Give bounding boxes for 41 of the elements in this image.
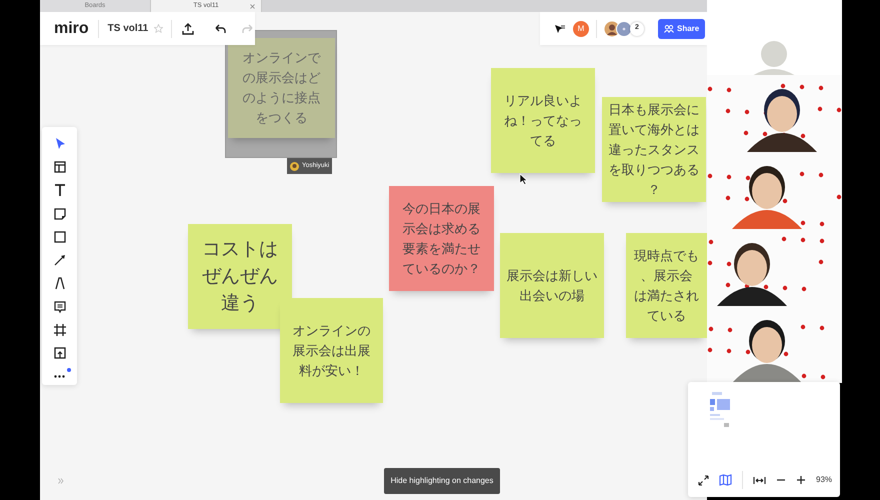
sticky-note-icon xyxy=(52,206,68,222)
sticky-note[interactable]: 展示会は新しい 出会いの場 xyxy=(500,233,604,338)
sticky-note[interactable]: 現時点でも 、展示会 は満たされ ている xyxy=(626,233,707,338)
avatar-icon[interactable] xyxy=(616,20,632,36)
note-text: コストは ぜんぜん 違う xyxy=(202,238,278,316)
sticky-note[interactable]: 日本も展示会に 置いて海外とは 違ったスタンス を取りつつある ？ xyxy=(602,97,706,202)
note-text: オンラインで の展示会はど のように接点 をつくる xyxy=(242,49,320,127)
minimap-drawing xyxy=(710,392,730,427)
note-text: 日本も展示会に 置いて海外とは 違ったスタンス を取りつつある ？ xyxy=(608,100,700,198)
hide-highlighting-button[interactable]: Hide highlighting on changes xyxy=(384,468,500,494)
star-icon[interactable] xyxy=(154,24,164,33)
note-text: オンラインの 展示会は出展 料が安い！ xyxy=(292,322,370,380)
share-button[interactable]: Share xyxy=(658,18,706,38)
close-icon[interactable] xyxy=(250,4,255,8)
logo[interactable]: miro xyxy=(54,16,89,40)
rectangle-icon xyxy=(52,228,68,245)
mouse-cursor-icon xyxy=(519,173,528,185)
note-text: リアル良いよ ね！ってなっ てる xyxy=(504,92,582,150)
zoom-level[interactable]: 93% xyxy=(816,474,832,486)
board-title[interactable]: TS vol11 xyxy=(108,21,148,36)
fit-icon[interactable] xyxy=(753,476,766,484)
more-icon xyxy=(54,374,65,378)
map-icon[interactable] xyxy=(719,474,732,486)
people-icon xyxy=(664,24,674,32)
fullscreen-icon[interactable] xyxy=(698,474,709,486)
sticky-note[interactable]: 今の日本の展 示会は求める 要素を満たせ ているのか？ xyxy=(389,186,494,291)
note-text: 現時点でも 、展示会 は満たされ ている xyxy=(634,246,699,324)
cursor-icon[interactable] xyxy=(554,24,566,34)
upload-icon xyxy=(52,344,68,361)
note-text: 今の日本の展 示会は求める 要素を満たせ ているのか？ xyxy=(402,200,480,278)
sticky-note[interactable]: コストは ぜんぜん 違う xyxy=(188,224,292,329)
avatar-icon xyxy=(290,162,299,170)
layout-icon xyxy=(52,159,68,176)
sticky-note[interactable]: オンラインの 展示会は出展 料が安い！ xyxy=(280,298,383,403)
sticky-note[interactable]: リアル良いよ ね！ってなっ てる xyxy=(491,68,595,173)
frame-icon xyxy=(52,322,68,338)
undo-icon[interactable] xyxy=(214,24,226,34)
comment-icon xyxy=(52,298,68,314)
upload-icon[interactable] xyxy=(182,22,194,34)
zoom-in-icon[interactable] xyxy=(796,475,806,485)
note-text: 展示会は新しい 出会いの場 xyxy=(506,266,598,304)
